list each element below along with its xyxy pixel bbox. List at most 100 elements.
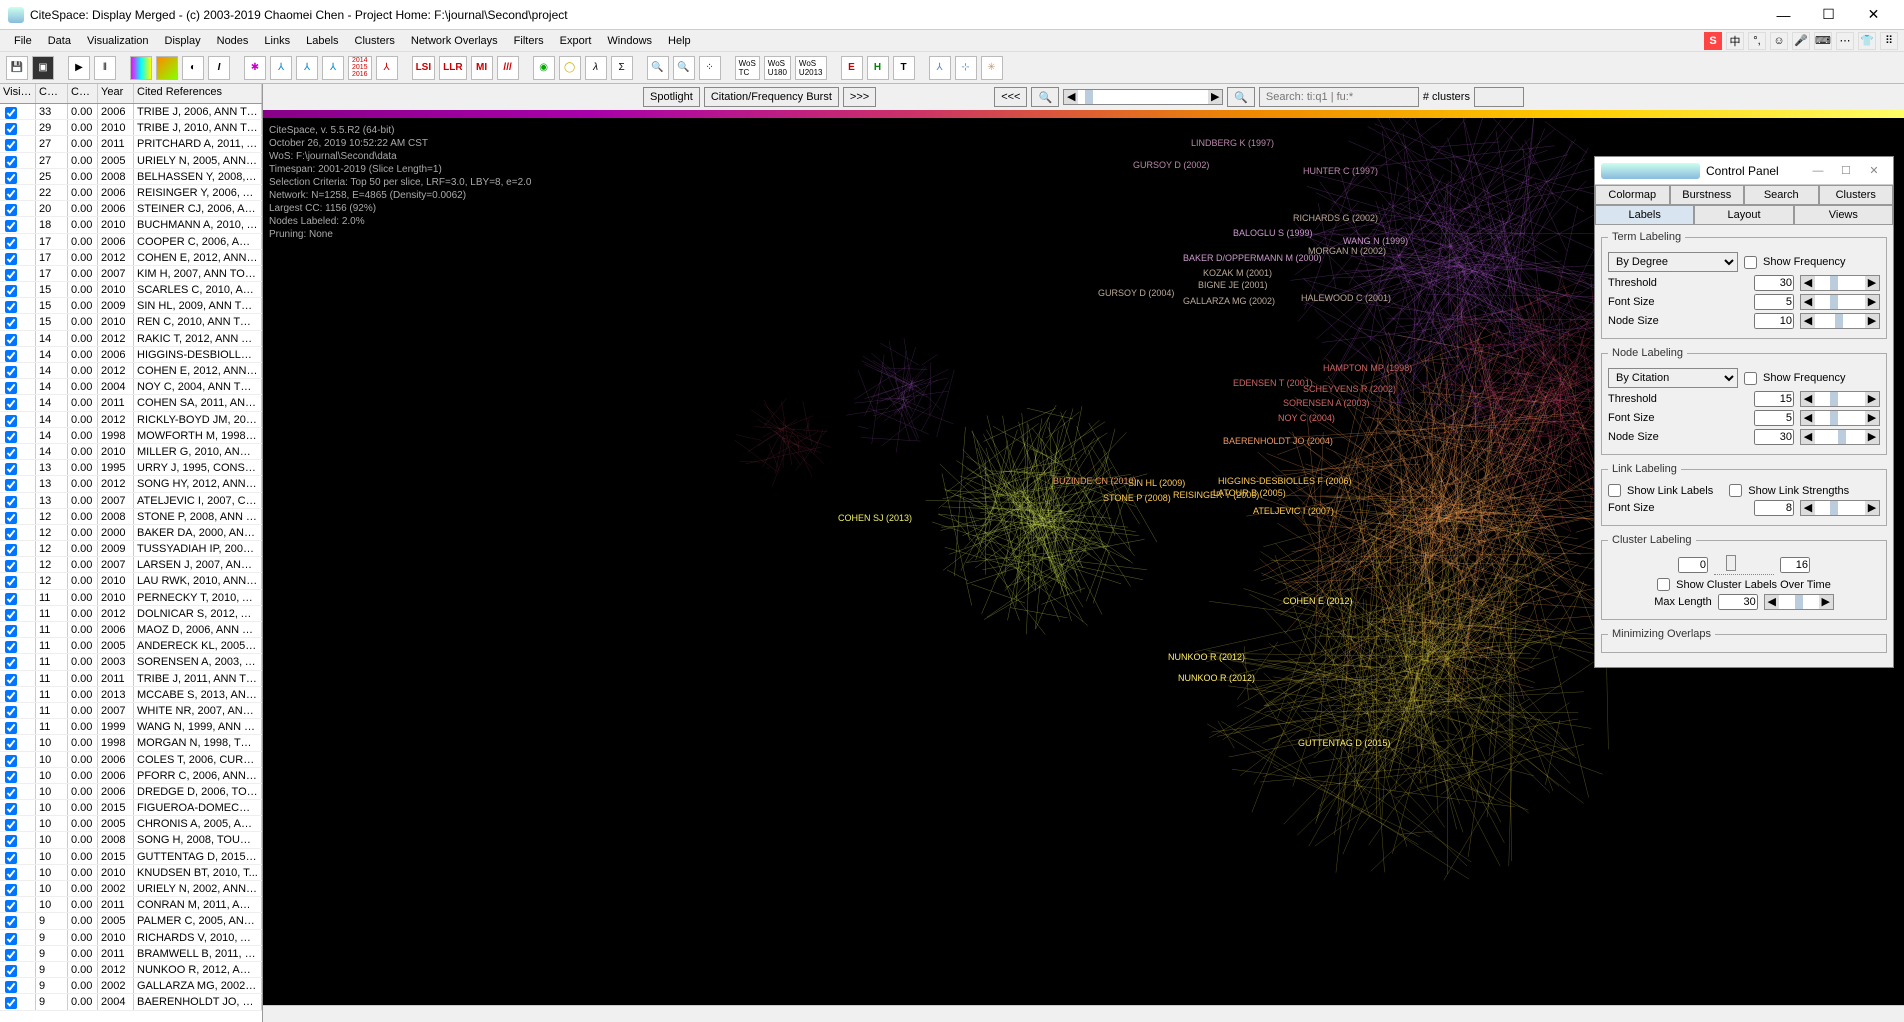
table-row[interactable]: 130.002007ATELJEVIC I, 2007, CRI... bbox=[0, 493, 262, 509]
row-visible-check[interactable] bbox=[5, 528, 17, 540]
table-row[interactable]: 110.002010PERNECKY T, 2010, AN... bbox=[0, 590, 262, 606]
row-visible-check[interactable] bbox=[5, 625, 17, 637]
table-row[interactable]: 270.002005URIELY N, 2005, ANN T... bbox=[0, 153, 262, 169]
zoom2-icon[interactable]: 🔍 bbox=[673, 56, 695, 80]
h-scrollbar[interactable] bbox=[263, 1005, 1904, 1022]
table-row[interactable]: 140.002004NOY C, 2004, ANN TOU... bbox=[0, 379, 262, 395]
save-button[interactable]: 💾 bbox=[6, 56, 28, 80]
h-button[interactable]: H bbox=[867, 56, 889, 80]
cluster-max[interactable] bbox=[1780, 557, 1810, 573]
row-visible-check[interactable] bbox=[5, 156, 17, 168]
row-visible-check[interactable] bbox=[5, 463, 17, 475]
table-row[interactable]: 140.002011COHEN SA, 2011, ANN ... bbox=[0, 395, 262, 411]
row-visible-check[interactable] bbox=[5, 447, 17, 459]
row-visible-check[interactable] bbox=[5, 107, 17, 119]
ime-btn[interactable]: °, bbox=[1748, 32, 1766, 50]
menu-data[interactable]: Data bbox=[40, 32, 79, 50]
term-nodesize[interactable] bbox=[1754, 313, 1794, 329]
table-row[interactable]: 130.001995URRY J, 1995, CONSU... bbox=[0, 460, 262, 476]
row-visible-check[interactable] bbox=[5, 334, 17, 346]
table-row[interactable]: 140.002010MILLER G, 2010, ANN T... bbox=[0, 444, 262, 460]
table-row[interactable]: 110.002012DOLNICAR S, 2012, AN... bbox=[0, 606, 262, 622]
table-row[interactable]: 90.002012NUNKOO R, 2012, ANN... bbox=[0, 962, 262, 978]
minimize-button[interactable]: — bbox=[1761, 1, 1806, 29]
menu-network overlays[interactable]: Network Overlays bbox=[403, 32, 506, 50]
table-row[interactable]: 140.002012RICKLY-BOYD JM, 2012... bbox=[0, 412, 262, 428]
menu-display[interactable]: Display bbox=[157, 32, 209, 50]
prev-button[interactable]: <<< bbox=[994, 87, 1027, 107]
row-visible-check[interactable] bbox=[5, 269, 17, 281]
control-panel[interactable]: Control Panel — ☐ ✕ ColormapBurstnessSea… bbox=[1594, 156, 1894, 668]
table-row[interactable]: 170.002006COOPER C, 2006, ANN ... bbox=[0, 234, 262, 250]
network1-icon[interactable]: ⅄ bbox=[929, 56, 951, 80]
table-row[interactable]: 110.002006MAOZ D, 2006, ANN TO... bbox=[0, 622, 262, 638]
row-visible-check[interactable] bbox=[5, 285, 17, 297]
row-visible-check[interactable] bbox=[5, 496, 17, 508]
node-threshold-slider[interactable]: ◀▶ bbox=[1800, 391, 1880, 407]
tree3-icon[interactable]: ⅄ bbox=[322, 56, 344, 80]
text-icon[interactable]: I bbox=[208, 56, 230, 80]
row-visible-check[interactable] bbox=[5, 350, 17, 362]
node-nodesize[interactable] bbox=[1754, 429, 1794, 445]
row-visible-check[interactable] bbox=[5, 787, 17, 799]
table-row[interactable]: 170.002012COHEN E, 2012, ANN T... bbox=[0, 250, 262, 266]
tab-labels[interactable]: Labels bbox=[1595, 205, 1694, 224]
menu-nodes[interactable]: Nodes bbox=[209, 32, 257, 50]
search-input[interactable] bbox=[1259, 87, 1419, 107]
row-visible-check[interactable] bbox=[5, 949, 17, 961]
tab-burstness[interactable]: Burstness bbox=[1670, 185, 1745, 204]
row-visible-check[interactable] bbox=[5, 755, 17, 767]
col-year[interactable]: Year bbox=[98, 84, 134, 103]
term-threshold[interactable] bbox=[1754, 275, 1794, 291]
row-visible-check[interactable] bbox=[5, 997, 17, 1009]
lambda-icon[interactable]: λ bbox=[585, 56, 607, 80]
col-visible[interactable]: Visible bbox=[0, 84, 36, 103]
row-visible-check[interactable] bbox=[5, 868, 17, 880]
network2-icon[interactable]: ⊹ bbox=[955, 56, 977, 80]
row-visible-check[interactable] bbox=[5, 188, 17, 200]
table-row[interactable]: 100.001998MORGAN N, 1998, TOU... bbox=[0, 735, 262, 751]
llr-button[interactable]: LLR bbox=[439, 56, 466, 80]
table-row[interactable]: 100.002010KNUDSEN BT, 2010, T... bbox=[0, 865, 262, 881]
table-row[interactable]: 100.002011CONRAN M, 2011, ANN ... bbox=[0, 897, 262, 913]
table-row[interactable]: 120.002007LARSEN J, 2007, ANN T... bbox=[0, 557, 262, 573]
menu-visualization[interactable]: Visualization bbox=[79, 32, 157, 50]
tab-layout[interactable]: Layout bbox=[1694, 205, 1793, 224]
row-visible-check[interactable] bbox=[5, 884, 17, 896]
burst-button[interactable]: Citation/Frequency Burst bbox=[704, 87, 839, 107]
table-row[interactable]: 120.002008STONE P, 2008, ANN T... bbox=[0, 509, 262, 525]
table-row[interactable]: 150.002010REN C, 2010, ANN TOU... bbox=[0, 314, 262, 330]
menu-export[interactable]: Export bbox=[552, 32, 600, 50]
ime-btn[interactable]: 👕 bbox=[1858, 32, 1876, 50]
row-visible-check[interactable] bbox=[5, 852, 17, 864]
contrast-icon[interactable]: ◐ bbox=[182, 56, 204, 80]
t-button[interactable]: T bbox=[893, 56, 915, 80]
zoom-slider[interactable]: ◀▶ bbox=[1063, 89, 1223, 105]
tab-clusters[interactable]: Clusters bbox=[1819, 185, 1894, 204]
table-row[interactable]: 120.002009TUSSYADIAH IP, 2009, ... bbox=[0, 541, 262, 557]
tab-views[interactable]: Views bbox=[1794, 205, 1893, 224]
menu-help[interactable]: Help bbox=[660, 32, 699, 50]
zoom-in-icon[interactable]: 🔍 bbox=[1227, 87, 1255, 107]
stripes-icon[interactable]: /// bbox=[497, 56, 519, 80]
table-row[interactable]: 100.002006PFORR C, 2006, ANN T... bbox=[0, 768, 262, 784]
cluster-maxlen-slider[interactable]: ◀▶ bbox=[1764, 594, 1834, 610]
row-visible-check[interactable] bbox=[5, 771, 17, 783]
node-fontsize-slider[interactable]: ◀▶ bbox=[1800, 410, 1880, 426]
ime-btn[interactable]: 🎤 bbox=[1792, 32, 1810, 50]
table-row[interactable]: 90.002010RICHARDS V, 2010, AN... bbox=[0, 930, 262, 946]
menu-labels[interactable]: Labels bbox=[298, 32, 346, 50]
show-link-labels-check[interactable] bbox=[1608, 484, 1621, 497]
node-fontsize[interactable] bbox=[1754, 410, 1794, 426]
table-row[interactable]: 110.002005ANDERECK KL, 2005, A... bbox=[0, 638, 262, 654]
spotlight-button[interactable]: Spotlight bbox=[643, 87, 700, 107]
color-bar-icon[interactable] bbox=[130, 56, 152, 80]
table-row[interactable]: 200.002006STEINER CJ, 2006, AN... bbox=[0, 201, 262, 217]
menu-file[interactable]: File bbox=[6, 32, 40, 50]
table-row[interactable]: 120.002000BAKER DA, 2000, ANN ... bbox=[0, 525, 262, 541]
cluster-range-slider[interactable] bbox=[1714, 555, 1774, 575]
ime-logo-icon[interactable]: S bbox=[1704, 32, 1722, 50]
tab-colormap[interactable]: Colormap bbox=[1595, 185, 1670, 204]
table-row[interactable]: 250.002008BELHASSEN Y, 2008, A... bbox=[0, 169, 262, 185]
menu-windows[interactable]: Windows bbox=[599, 32, 660, 50]
